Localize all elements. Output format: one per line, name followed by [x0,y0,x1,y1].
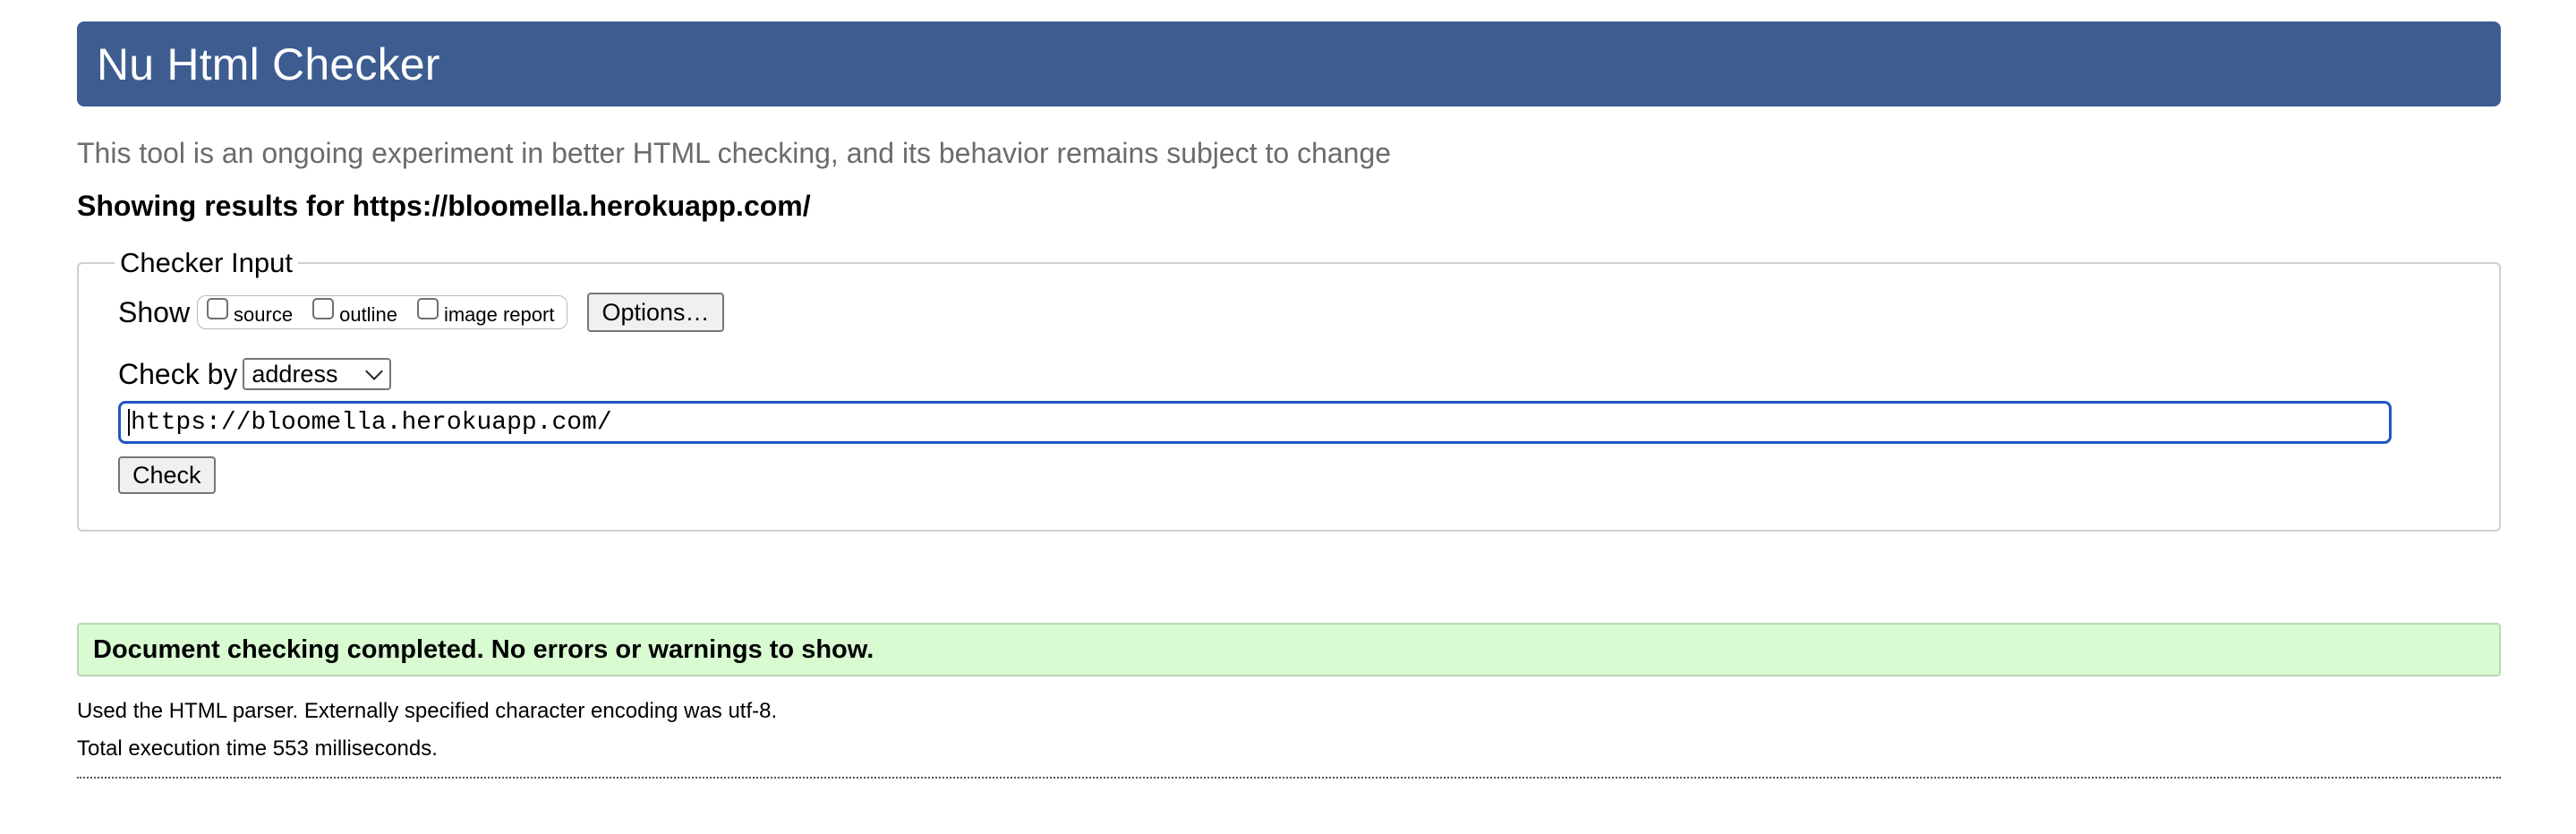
url-input[interactable]: https://bloomella.herokuapp.com/ [118,401,2392,444]
text-caret [128,409,130,436]
check-button[interactable]: Check [118,456,216,494]
show-options-group: source outline image report [197,295,568,329]
parser-info: Used the HTML parser. Externally specifi… [77,699,778,723]
results-heading: Showing results for https://bloomella.he… [77,190,811,222]
result-details: Used the HTML parser. Externally specifi… [77,693,2501,768]
image-report-checkbox[interactable] [416,298,439,319]
execution-time: Total execution time 553 milliseconds. [77,736,438,761]
chevron-down-icon [365,362,384,380]
check-by-label: Check by [118,357,238,390]
page: Nu Html Checker This tool is an ongoing … [77,21,2501,779]
check-by-row: Check by address [118,356,2460,392]
page-title: Nu Html Checker [97,38,440,89]
source-checkbox-label: source [234,303,294,326]
url-input-value: https://bloomella.herokuapp.com/ [131,408,612,437]
source-checkbox[interactable] [207,298,229,319]
show-label: Show [118,295,191,328]
outline-checkbox[interactable] [312,298,335,319]
image-report-checkbox-label: image report [443,303,555,326]
checker-input-legend: Checker Input [120,247,293,278]
dotted-divider [77,777,2501,779]
success-message: Document checking completed. No errors o… [93,634,874,664]
show-image-report-option[interactable]: image report [416,298,555,326]
options-button[interactable]: Options… [587,293,724,332]
show-source-option[interactable]: source [207,298,294,326]
check-by-select[interactable]: address [243,358,392,390]
header-banner: Nu Html Checker [77,21,2501,106]
tool-description: This tool is an ongoing experiment in be… [77,137,1392,169]
outline-checkbox-label: outline [339,303,397,326]
check-by-selected-value: address [252,360,338,387]
success-message-box: Document checking completed. No errors o… [77,623,2501,677]
show-row: Show source outline image report Options… [118,293,2460,332]
checker-input-fieldset: Checker Input Show source outline image … [77,247,2501,532]
show-outline-option[interactable]: outline [312,298,397,326]
